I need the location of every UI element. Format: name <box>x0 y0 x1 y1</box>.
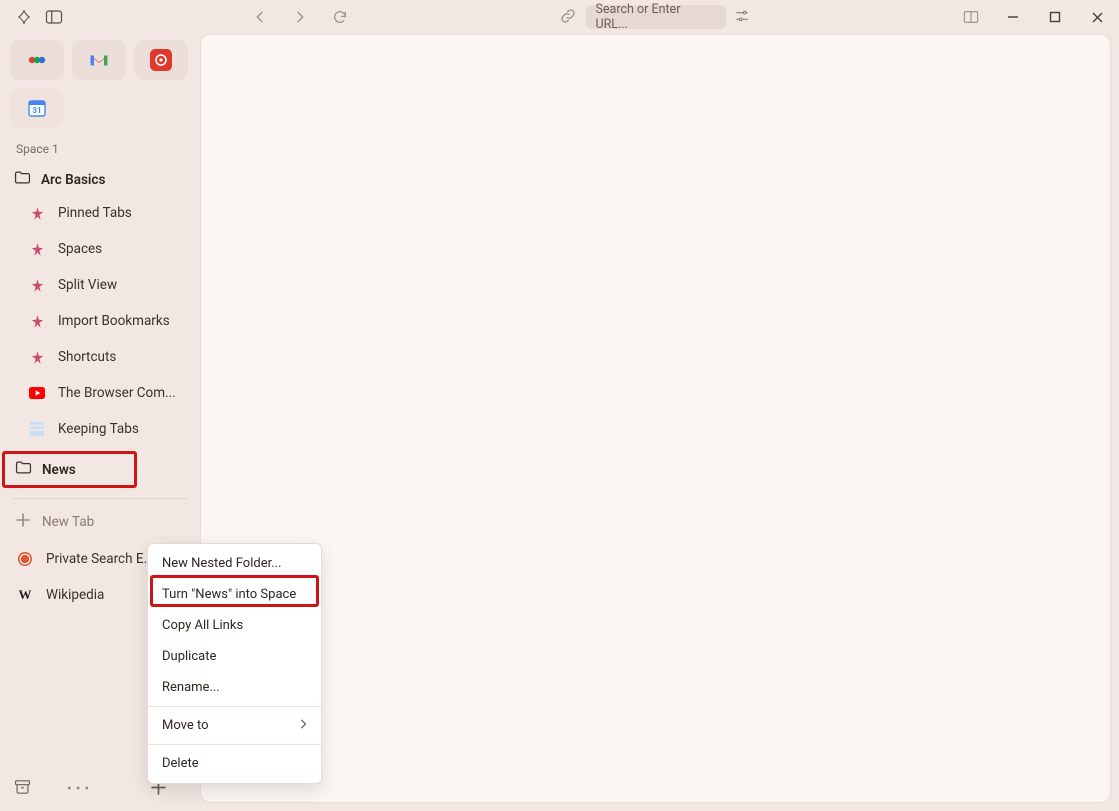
ctx-separator <box>148 744 321 745</box>
ctx-separator <box>148 706 321 707</box>
favorite-calendar[interactable]: 31 <box>10 88 64 128</box>
sidebar-item-keeping-tabs[interactable]: Keeping Tabs <box>6 411 194 447</box>
window-toolbar: Search or Enter URL... <box>0 0 1119 34</box>
url-search-placeholder: Search or Enter URL... <box>596 2 716 32</box>
split-view-icon[interactable] <box>961 7 981 27</box>
window-maximize-icon[interactable] <box>1045 7 1065 27</box>
folder-news[interactable]: News <box>2 451 137 488</box>
sidebar-item-spaces[interactable]: Spaces <box>6 231 194 267</box>
sidebar-separator <box>12 498 188 499</box>
arc-favicon-icon <box>28 276 46 294</box>
arc-favicon-icon <box>28 312 46 330</box>
ctx-move-to[interactable]: Move to <box>148 710 321 741</box>
new-tab-label: New Tab <box>42 514 94 530</box>
archive-icon[interactable] <box>14 779 31 799</box>
item-label: Pinned Tabs <box>58 205 132 221</box>
wikipedia-icon: W <box>16 586 34 604</box>
folder-arc-basics[interactable]: Arc Basics <box>6 164 194 195</box>
copy-url-icon[interactable] <box>560 8 578 26</box>
youtube-icon <box>28 384 46 402</box>
window-minimize-icon[interactable] <box>1003 7 1023 27</box>
sidebar-item-pinned-tabs[interactable]: Pinned Tabs <box>6 195 194 231</box>
item-label: Split View <box>58 277 117 293</box>
ctx-turn-into-space[interactable]: Turn "News" into Space <box>148 579 321 610</box>
news-folder-label: News <box>42 462 76 478</box>
duckduckgo-icon <box>16 550 34 568</box>
site-settings-icon[interactable] <box>734 8 752 26</box>
favorite-gmail[interactable] <box>72 40 126 80</box>
item-label: Keeping Tabs <box>58 421 139 437</box>
svg-text:31: 31 <box>32 106 41 115</box>
ctx-delete[interactable]: Delete <box>148 748 321 779</box>
ctx-rename[interactable]: Rename... <box>148 672 321 703</box>
folder-icon <box>15 460 32 479</box>
sidebar-item-shortcuts[interactable]: Shortcuts <box>6 339 194 375</box>
nav-forward-icon[interactable] <box>290 7 310 27</box>
reload-icon[interactable] <box>330 7 350 27</box>
ctx-duplicate[interactable]: Duplicate <box>148 641 321 672</box>
ctx-copy-all-links[interactable]: Copy All Links <box>148 610 321 641</box>
item-label: The Browser Com... <box>58 385 176 401</box>
arc-logo-icon[interactable] <box>14 7 34 27</box>
item-label: Import Bookmarks <box>58 313 170 329</box>
space-label: Space 1 <box>6 136 194 164</box>
ctx-new-nested-folder[interactable]: New Nested Folder... <box>148 548 321 579</box>
chevron-right-icon <box>299 718 307 733</box>
sidebar-item-import-bookmarks[interactable]: Import Bookmarks <box>6 303 194 339</box>
favorites-row: 31 <box>6 38 194 136</box>
content-area <box>200 34 1111 803</box>
plus-icon <box>16 513 30 531</box>
sidebar-item-browser-company[interactable]: The Browser Com... <box>6 375 194 411</box>
window-close-icon[interactable] <box>1087 7 1107 27</box>
favorite-office[interactable] <box>10 40 64 80</box>
folder-label: Arc Basics <box>41 172 105 188</box>
sidebar-item-split-view[interactable]: Split View <box>6 267 194 303</box>
favorite-app-red[interactable] <box>134 40 188 80</box>
item-label: Shortcuts <box>58 349 116 365</box>
sidebar-toggle-icon[interactable] <box>44 7 64 27</box>
arc-favicon-icon <box>28 348 46 366</box>
tab-label: Private Search E... <box>46 551 154 567</box>
more-icon[interactable]: ••• <box>67 781 93 797</box>
arc-favicon-icon <box>28 240 46 258</box>
substack-icon <box>28 420 46 438</box>
item-label: Spaces <box>58 241 102 257</box>
arc-favicon-icon <box>28 204 46 222</box>
url-search-field[interactable]: Search or Enter URL... <box>586 5 726 29</box>
new-tab-button[interactable]: New Tab <box>6 503 194 541</box>
tab-label: Wikipedia <box>46 587 104 603</box>
nav-back-icon[interactable] <box>250 7 270 27</box>
context-menu: New Nested Folder... Turn "News" into Sp… <box>147 543 322 784</box>
folder-icon <box>14 170 31 189</box>
